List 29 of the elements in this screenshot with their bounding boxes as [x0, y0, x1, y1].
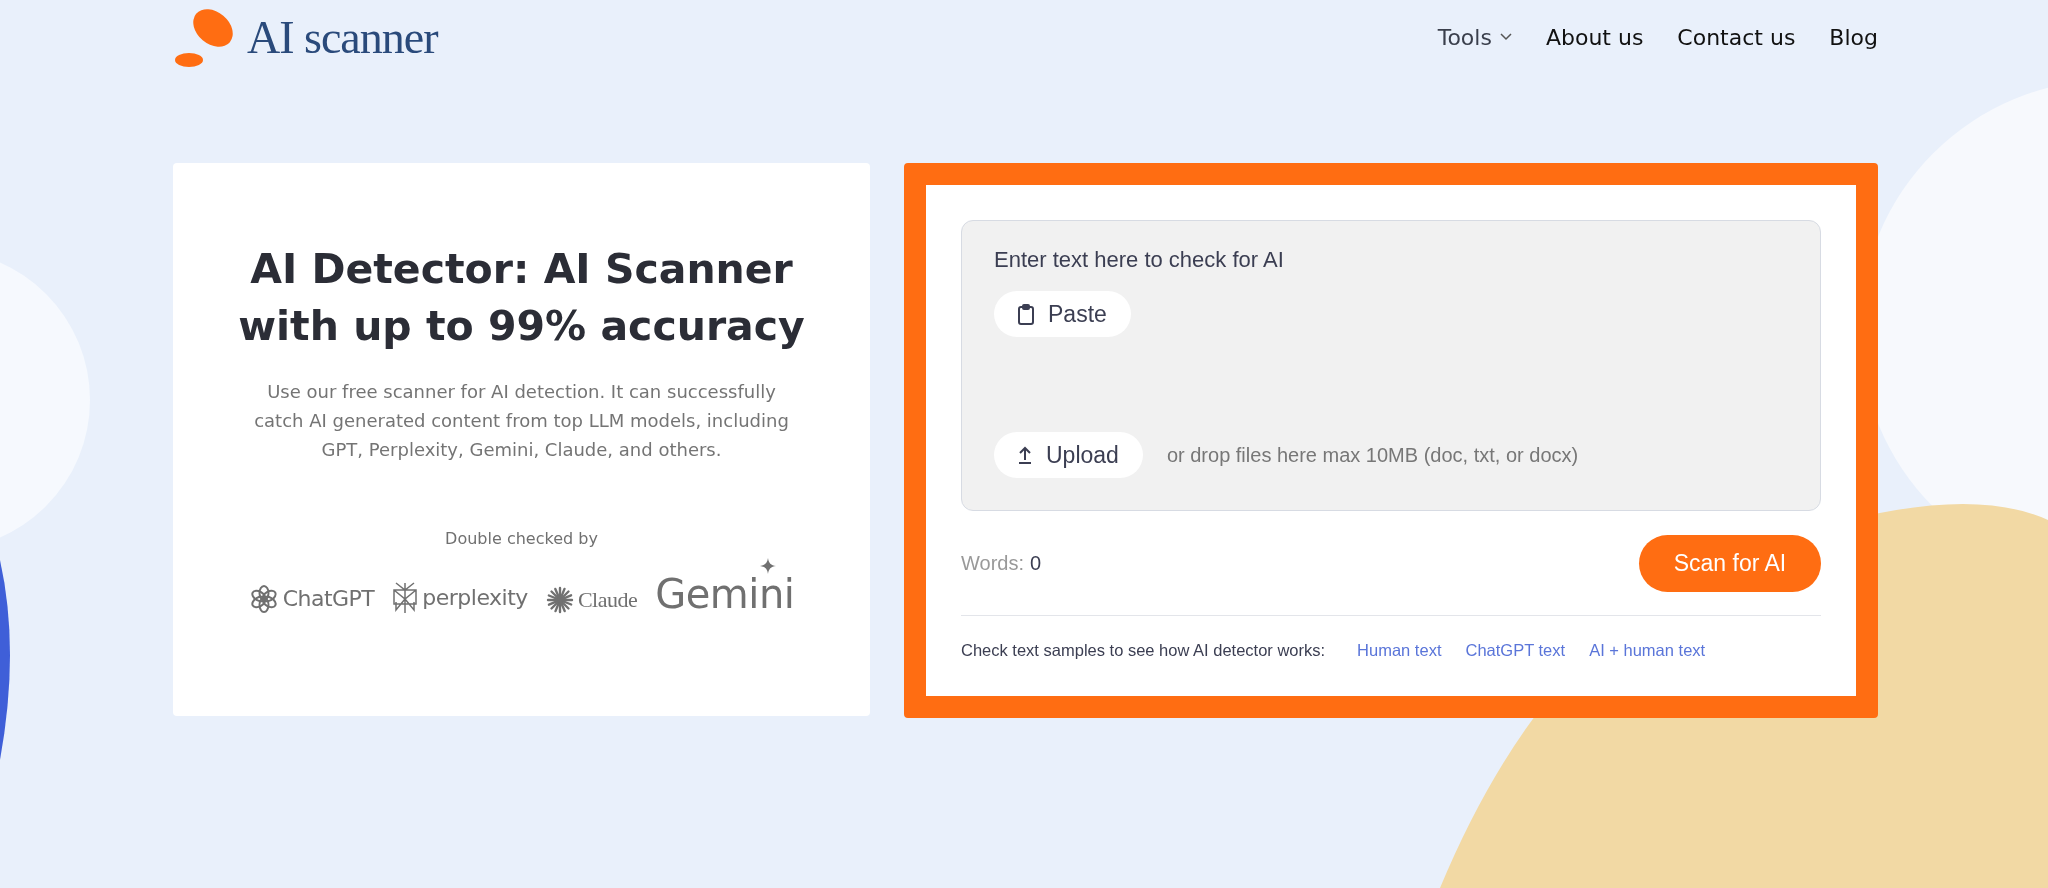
description: Use our free scanner for AI detection. It can successfully catch AI generated content from top LLM models, including GPT, Perplexity, Gemini, Claude, and others.	[253, 380, 790, 462]
geometric-icon	[392, 582, 419, 614]
text-input-field[interactable]: Enter text here to check for AI	[994, 247, 1788, 277]
sample-link[interactable]: AI + human text	[1589, 641, 1706, 660]
brand-name: Claude	[577, 589, 638, 611]
sparkle-icon	[760, 558, 777, 574]
checked-by-label: Double checked by	[445, 529, 598, 548]
paste-button[interactable]: Paste	[994, 291, 1131, 337]
sample-link[interactable]: Human text	[1357, 641, 1442, 660]
starburst-icon	[545, 586, 574, 614]
sample-link[interactable]: ChatGPT text	[1465, 641, 1566, 660]
chevron-down-icon	[1499, 33, 1512, 41]
upload-hint: or drop files here max 10MB (doc, txt, or docx)	[1166, 443, 1579, 467]
words-label: Words:	[961, 551, 1024, 575]
brand-name: perplexity	[422, 587, 528, 609]
clipboard-icon	[1018, 303, 1034, 325]
nav-link[interactable]: About us	[1545, 24, 1644, 50]
nav-link[interactable]: Contact us	[1677, 24, 1796, 50]
logo-text[interactable]: AI scanner	[247, 10, 438, 64]
upload-icon	[1018, 446, 1032, 464]
brand-name: ChatGPT	[282, 588, 375, 610]
page-title: AI Detector: AI Scanner with up to 99% accuracy	[237, 244, 806, 352]
nav-link[interactable]: Blog	[1829, 24, 1878, 50]
brand-name: Gemini	[655, 574, 795, 614]
word-count: 0	[1030, 551, 1042, 575]
knot-icon	[248, 584, 279, 614]
upload-button[interactable]: Upload	[994, 432, 1143, 478]
samples-label: Check text samples to see how AI detector works:	[961, 641, 1326, 660]
nav-link[interactable]: Tools	[1437, 24, 1512, 50]
